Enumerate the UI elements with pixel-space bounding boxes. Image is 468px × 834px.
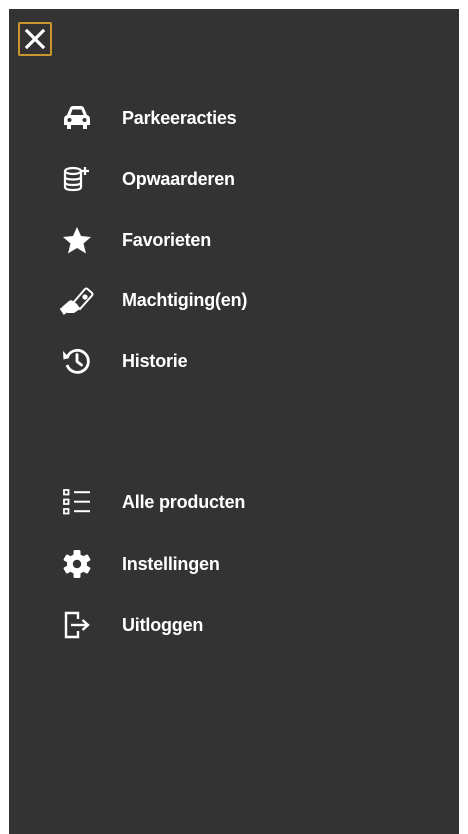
navigation-drawer: Parkeeracties Opwaarderen Favorieten Mac… xyxy=(9,9,459,834)
logout-icon xyxy=(57,605,97,645)
coins-plus-icon xyxy=(57,159,97,199)
menu-item-label: Alle producten xyxy=(122,491,246,512)
menu-item-label: Parkeeracties xyxy=(122,107,237,128)
menu-item-opwaarderen[interactable]: Opwaarderen xyxy=(57,159,337,199)
menu-item-parkeeracties[interactable]: Parkeeracties xyxy=(57,98,337,138)
history-icon xyxy=(57,341,97,381)
menu-item-label: Opwaarderen xyxy=(122,168,235,189)
close-button[interactable] xyxy=(18,22,52,56)
menu-item-historie[interactable]: Historie xyxy=(57,341,337,381)
menu-item-uitloggen[interactable]: Uitloggen xyxy=(57,605,337,645)
menu-item-label: Favorieten xyxy=(122,229,212,250)
menu-item-label: Uitloggen xyxy=(122,614,204,635)
star-icon xyxy=(57,220,97,260)
menu-item-machtigingen[interactable]: Machtiging(en) xyxy=(57,280,337,320)
list-icon xyxy=(57,482,97,522)
car-icon xyxy=(57,98,97,138)
menu-item-label: Machtiging(en) xyxy=(122,289,248,310)
menu-item-label: Historie xyxy=(122,350,188,371)
close-icon xyxy=(24,28,46,50)
gear-icon xyxy=(57,544,97,584)
hand-card-icon xyxy=(57,280,97,320)
menu-item-label: Instellingen xyxy=(122,553,220,574)
menu-item-alle-producten[interactable]: Alle producten xyxy=(57,482,337,522)
menu-item-instellingen[interactable]: Instellingen xyxy=(57,544,337,584)
menu-item-favorieten[interactable]: Favorieten xyxy=(57,220,337,260)
